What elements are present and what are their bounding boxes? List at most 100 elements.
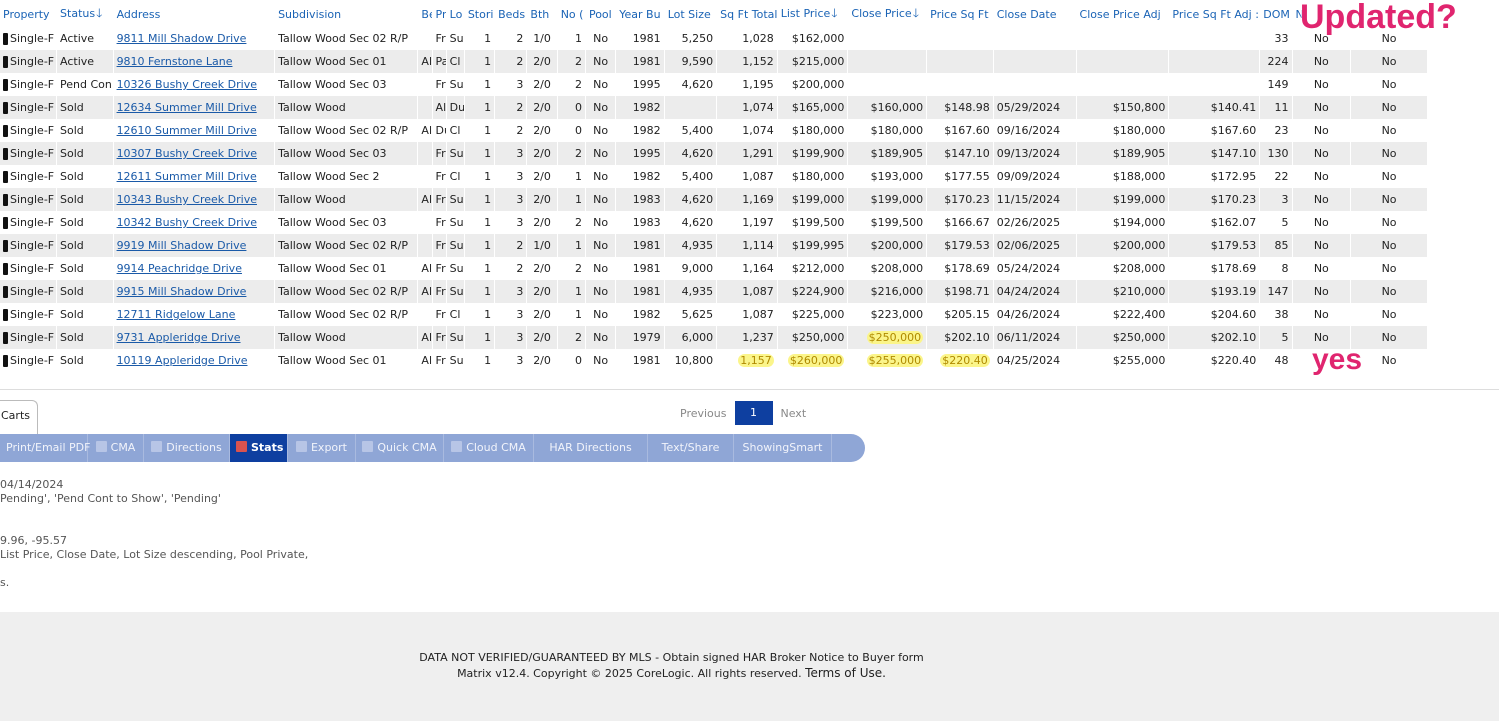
pager-next[interactable]: Next [773,407,815,420]
table-row[interactable]: Single-F Active 9811 Mill Shadow Drive Tall… [0,27,1428,50]
address-link[interactable]: 10307 Bushy Creek Drive [117,147,257,160]
cell-address[interactable]: 9915 Mill Shadow Drive [113,280,276,303]
address-link[interactable]: 12634 Summer Mill Drive [117,101,257,114]
column-header-16[interactable]: Close Price🡓 [847,2,928,27]
column-header-2[interactable]: Address [113,2,276,27]
column-header-13[interactable]: Lot Size [664,2,718,27]
toolbar-text-share-button[interactable]: Text/Share [648,434,734,462]
cell-address[interactable]: 10342 Bushy Creek Drive [113,211,276,234]
cell-address[interactable]: 10307 Bushy Creek Drive [113,142,276,165]
column-header-15[interactable]: List Price🡓 [777,2,849,27]
column-header-21[interactable]: DOM [1259,2,1293,27]
address-link[interactable]: 12711 Ridgelow Lane [117,308,236,321]
column-header-3[interactable]: Subdivision [274,2,419,27]
cell-value: $200,000 [1112,239,1166,252]
cell-address[interactable]: 10343 Bushy Creek Drive [113,188,276,211]
cell-value: No [593,55,609,68]
toolbar-cloud-cma-button[interactable]: Cloud CMA [444,434,534,462]
cell-address[interactable]: 12634 Summer Mill Drive [113,96,276,119]
column-header-14[interactable]: Sq Ft Total [716,2,778,27]
table-row[interactable]: Single-F Sold 10343 Bushy Creek Drive Tallo… [0,188,1428,211]
cell-address[interactable]: 9731 Appleridge Drive [113,326,276,349]
cell-address[interactable]: 12611 Summer Mill Drive [113,165,276,188]
address-link[interactable]: 9919 Mill Shadow Drive [117,239,247,252]
cell-close-price-adj: $180,000 [1076,119,1170,142]
address-link[interactable]: 9811 Mill Shadow Drive [117,32,247,45]
toolbar-stats-button[interactable]: Stats [230,434,288,462]
address-link[interactable]: 9731 Appleridge Drive [117,331,241,344]
table-row[interactable]: Single-F Sold 10342 Bushy Creek Drive Tallo… [0,211,1428,234]
table-row[interactable]: Single-F Sold 12611 Summer Mill Drive Tallo… [0,165,1428,188]
column-header-6[interactable]: Lo [446,2,465,27]
cell-beds: 3 [494,280,528,303]
cell-address[interactable]: 9811 Mill Shadow Drive [113,27,276,50]
address-link[interactable]: 10342 Bushy Creek Drive [117,216,257,229]
column-header-18[interactable]: Close Date [993,2,1077,27]
cell-address[interactable]: 9810 Fernstone Lane [113,50,276,73]
cell-value: $199,500 [870,216,924,229]
table-row[interactable]: Single-F Sold 10307 Bushy Creek Drive Tallo… [0,142,1428,165]
table-row[interactable]: Single-F Sold 9914 Peachridge Drive Tallow … [0,257,1428,280]
address-link[interactable]: 9914 Peachridge Drive [117,262,242,275]
cell-address[interactable]: 12610 Summer Mill Drive [113,119,276,142]
pager-previous[interactable]: Previous [672,407,735,420]
column-header-10[interactable]: No ( [557,2,586,27]
cell-value: 2/0 [533,124,551,137]
column-header-19[interactable]: Close Price Adj [1076,2,1170,27]
table-row[interactable]: Single-F Sold 10119 Appleridge Drive Tallow… [0,349,1428,372]
table-row[interactable]: Single-F Sold 12610 Summer Mill Drive Tallo… [0,119,1428,142]
cell-value: No [1381,170,1397,183]
toolbar-showingsmart-button[interactable]: ShowingSmart [734,434,832,462]
column-header-0[interactable]: Property [0,2,58,27]
column-header-17[interactable]: Price Sq Ft [926,2,994,27]
column-header-4[interactable]: Be [417,2,433,27]
column-header-8[interactable]: Beds [494,2,528,27]
column-header-1[interactable]: Status🡓 [56,2,114,27]
address-link[interactable]: 10326 Bushy Creek Drive [117,78,257,91]
address-link[interactable]: 12610 Summer Mill Drive [117,124,257,137]
column-header-11[interactable]: Pool [585,2,617,27]
table-row[interactable]: Single-F Sold 9731 Appleridge Drive Tallow … [0,326,1428,349]
cell-address[interactable]: 10119 Appleridge Drive [113,349,276,372]
toolbar-print-email-pdf-button[interactable]: Print/Email PDF [0,434,90,462]
terms-of-use-link[interactable]: Terms of Use. [805,666,886,680]
toolbar-quick-cma-button[interactable]: Quick CMA [356,434,444,462]
column-header-9[interactable]: Bth [526,2,558,27]
cell-value: Su [449,262,464,275]
toolbar-cma-button[interactable]: CMA [88,434,144,462]
address-link[interactable]: 9810 Fernstone Lane [117,55,233,68]
cell-value: $224,900 [791,285,845,298]
column-header-5[interactable]: Pr [432,2,447,27]
grid-body: Single-F Active 9811 Mill Shadow Drive Tall… [0,27,1428,372]
table-row[interactable]: Single-F Pend Con 10326 Bushy Creek Drive T… [0,73,1428,96]
cell-address[interactable]: 12711 Ridgelow Lane [113,303,276,326]
cell-address[interactable]: 10326 Bushy Creek Drive [113,73,276,96]
cell-value: Tallow Wood Sec 02 R/P [278,308,408,321]
address-link[interactable]: 12611 Summer Mill Drive [117,170,257,183]
toolbar-har-directions-button[interactable]: HAR Directions [534,434,648,462]
address-link[interactable]: 10119 Appleridge Drive [117,354,248,367]
pager-page-current[interactable]: 1 [734,401,773,425]
cell-close-price-adj: $199,000 [1076,188,1170,211]
cell-pool: No [585,96,617,119]
cell-address[interactable]: 9914 Peachridge Drive [113,257,276,280]
table-row[interactable]: Single-F Active 9810 Fernstone Lane Tallow … [0,50,1428,73]
address-link[interactable]: 9915 Mill Shadow Drive [117,285,247,298]
column-header-label: No ( [560,8,584,21]
cell-address[interactable]: 9919 Mill Shadow Drive [113,234,276,257]
cell-value: No [593,32,609,45]
cell-extra: No [1350,50,1428,73]
cell-value: 2/0 [533,262,551,275]
tab-carts[interactable]: Carts [0,400,38,434]
table-row[interactable]: Single-F Sold 9915 Mill Shadow Drive Tallow… [0,280,1428,303]
cell-value: $167.60 [1210,124,1257,137]
column-header-20[interactable]: Price Sq Ft Adj : [1168,2,1261,27]
toolbar-export-button[interactable]: Export [288,434,356,462]
table-row[interactable]: Single-F Sold 12634 Summer Mill Drive Tallo… [0,96,1428,119]
toolbar-directions-button[interactable]: Directions [144,434,230,462]
column-header-7[interactable]: Stori [464,2,496,27]
table-row[interactable]: Single-F Sold 12711 Ridgelow Lane Tallow Wo… [0,303,1428,326]
address-link[interactable]: 10343 Bushy Creek Drive [117,193,257,206]
column-header-12[interactable]: Year Bu [615,2,665,27]
table-row[interactable]: Single-F Sold 9919 Mill Shadow Drive Tallow… [0,234,1428,257]
